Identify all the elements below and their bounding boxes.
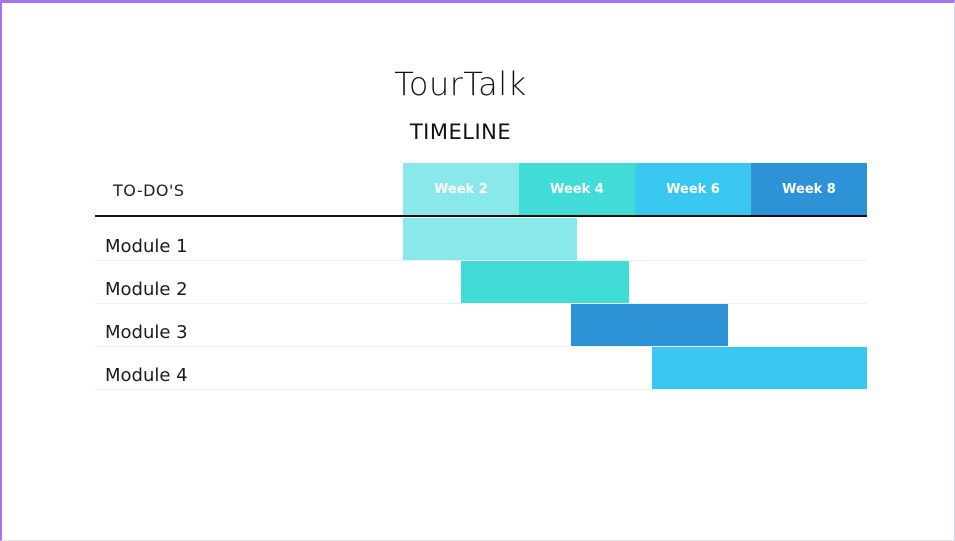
module-1-bar xyxy=(403,218,577,260)
row-divider xyxy=(95,303,867,304)
page-subtitle: TIMELINE xyxy=(409,120,512,144)
slide-frame: TourTalk TIMELINE TO-DO'S Week 2 Week 4 … xyxy=(0,0,955,541)
week-4-header: Week 4 xyxy=(519,163,635,215)
header-divider xyxy=(95,215,867,217)
module-2-bar xyxy=(461,261,630,303)
row-divider xyxy=(95,389,867,390)
module-2-label: Module 2 xyxy=(105,279,188,300)
module-4-bar xyxy=(652,347,867,389)
todo-column-header: TO-DO'S xyxy=(113,181,185,200)
week-8-header: Week 8 xyxy=(751,163,867,215)
week-2-header: Week 2 xyxy=(403,163,519,215)
module-1-label: Module 1 xyxy=(105,236,188,257)
module-3-label: Module 3 xyxy=(105,322,188,343)
module-3-bar xyxy=(571,304,728,346)
page-title: TourTalk xyxy=(394,65,527,103)
week-6-header: Week 6 xyxy=(635,163,751,215)
module-4-label: Module 4 xyxy=(105,365,188,386)
